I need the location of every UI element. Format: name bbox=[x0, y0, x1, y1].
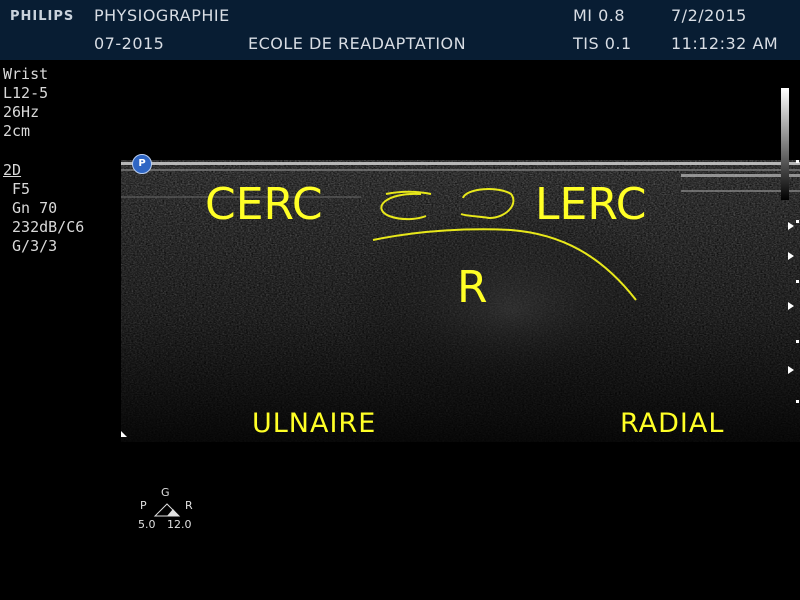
legend-triangle-icon bbox=[153, 503, 181, 517]
depth-ruler bbox=[788, 160, 799, 403]
label-radius: R bbox=[457, 262, 488, 313]
gain-label: Gn 70 bbox=[3, 199, 58, 217]
exam-date: 7/2/2015 bbox=[671, 6, 747, 25]
map-label: G/3/3 bbox=[3, 237, 58, 255]
exam-time: 11:12:32 AM bbox=[671, 34, 779, 53]
legend-g-label: G bbox=[161, 486, 170, 499]
exam-id: 07-2015 bbox=[94, 34, 165, 53]
label-ulnaire: ULNAIRE bbox=[252, 408, 377, 439]
label-lerc: LERC bbox=[535, 179, 647, 230]
mi-index: MI 0.8 bbox=[573, 6, 626, 25]
probe-orientation-icon: P bbox=[132, 154, 152, 174]
label-radial: RADIAL bbox=[620, 408, 725, 439]
preset-label: Wrist bbox=[3, 65, 49, 83]
tis-index: TIS 0.1 bbox=[573, 34, 632, 53]
imaging-params: 2D F5 Gn 70 232dB/C6 G/3/3 bbox=[3, 161, 84, 256]
frame-rate-label: 26Hz bbox=[3, 103, 40, 121]
legend-p-value: 5.0 bbox=[138, 518, 156, 531]
focus-marker-icon bbox=[788, 222, 794, 374]
institution-name: PHYSIOGRAPHIE bbox=[94, 6, 230, 25]
legend-r-label: R bbox=[185, 499, 193, 512]
probe-params: Wrist L12-5 26Hz 2cm bbox=[3, 65, 48, 141]
legend-p-label: P bbox=[140, 499, 147, 512]
mode-label: 2D bbox=[3, 161, 22, 179]
probe-label: L12-5 bbox=[3, 84, 49, 102]
brand-logo: PHILIPS bbox=[10, 9, 75, 24]
label-cerc: CERC bbox=[205, 179, 323, 230]
legend-r-value: 12.0 bbox=[167, 518, 192, 531]
focus-label: F5 bbox=[3, 180, 31, 198]
dynamic-range-label: 232dB/C6 bbox=[3, 218, 85, 236]
depth-corner-marker-icon bbox=[121, 431, 127, 437]
depth-label: 2cm bbox=[3, 122, 31, 140]
header-bar: PHILIPS PHYSIOGRAPHIE 07-2015 ECOLE DE R… bbox=[0, 0, 800, 60]
facility-name: ECOLE DE READAPTATION bbox=[248, 34, 467, 53]
